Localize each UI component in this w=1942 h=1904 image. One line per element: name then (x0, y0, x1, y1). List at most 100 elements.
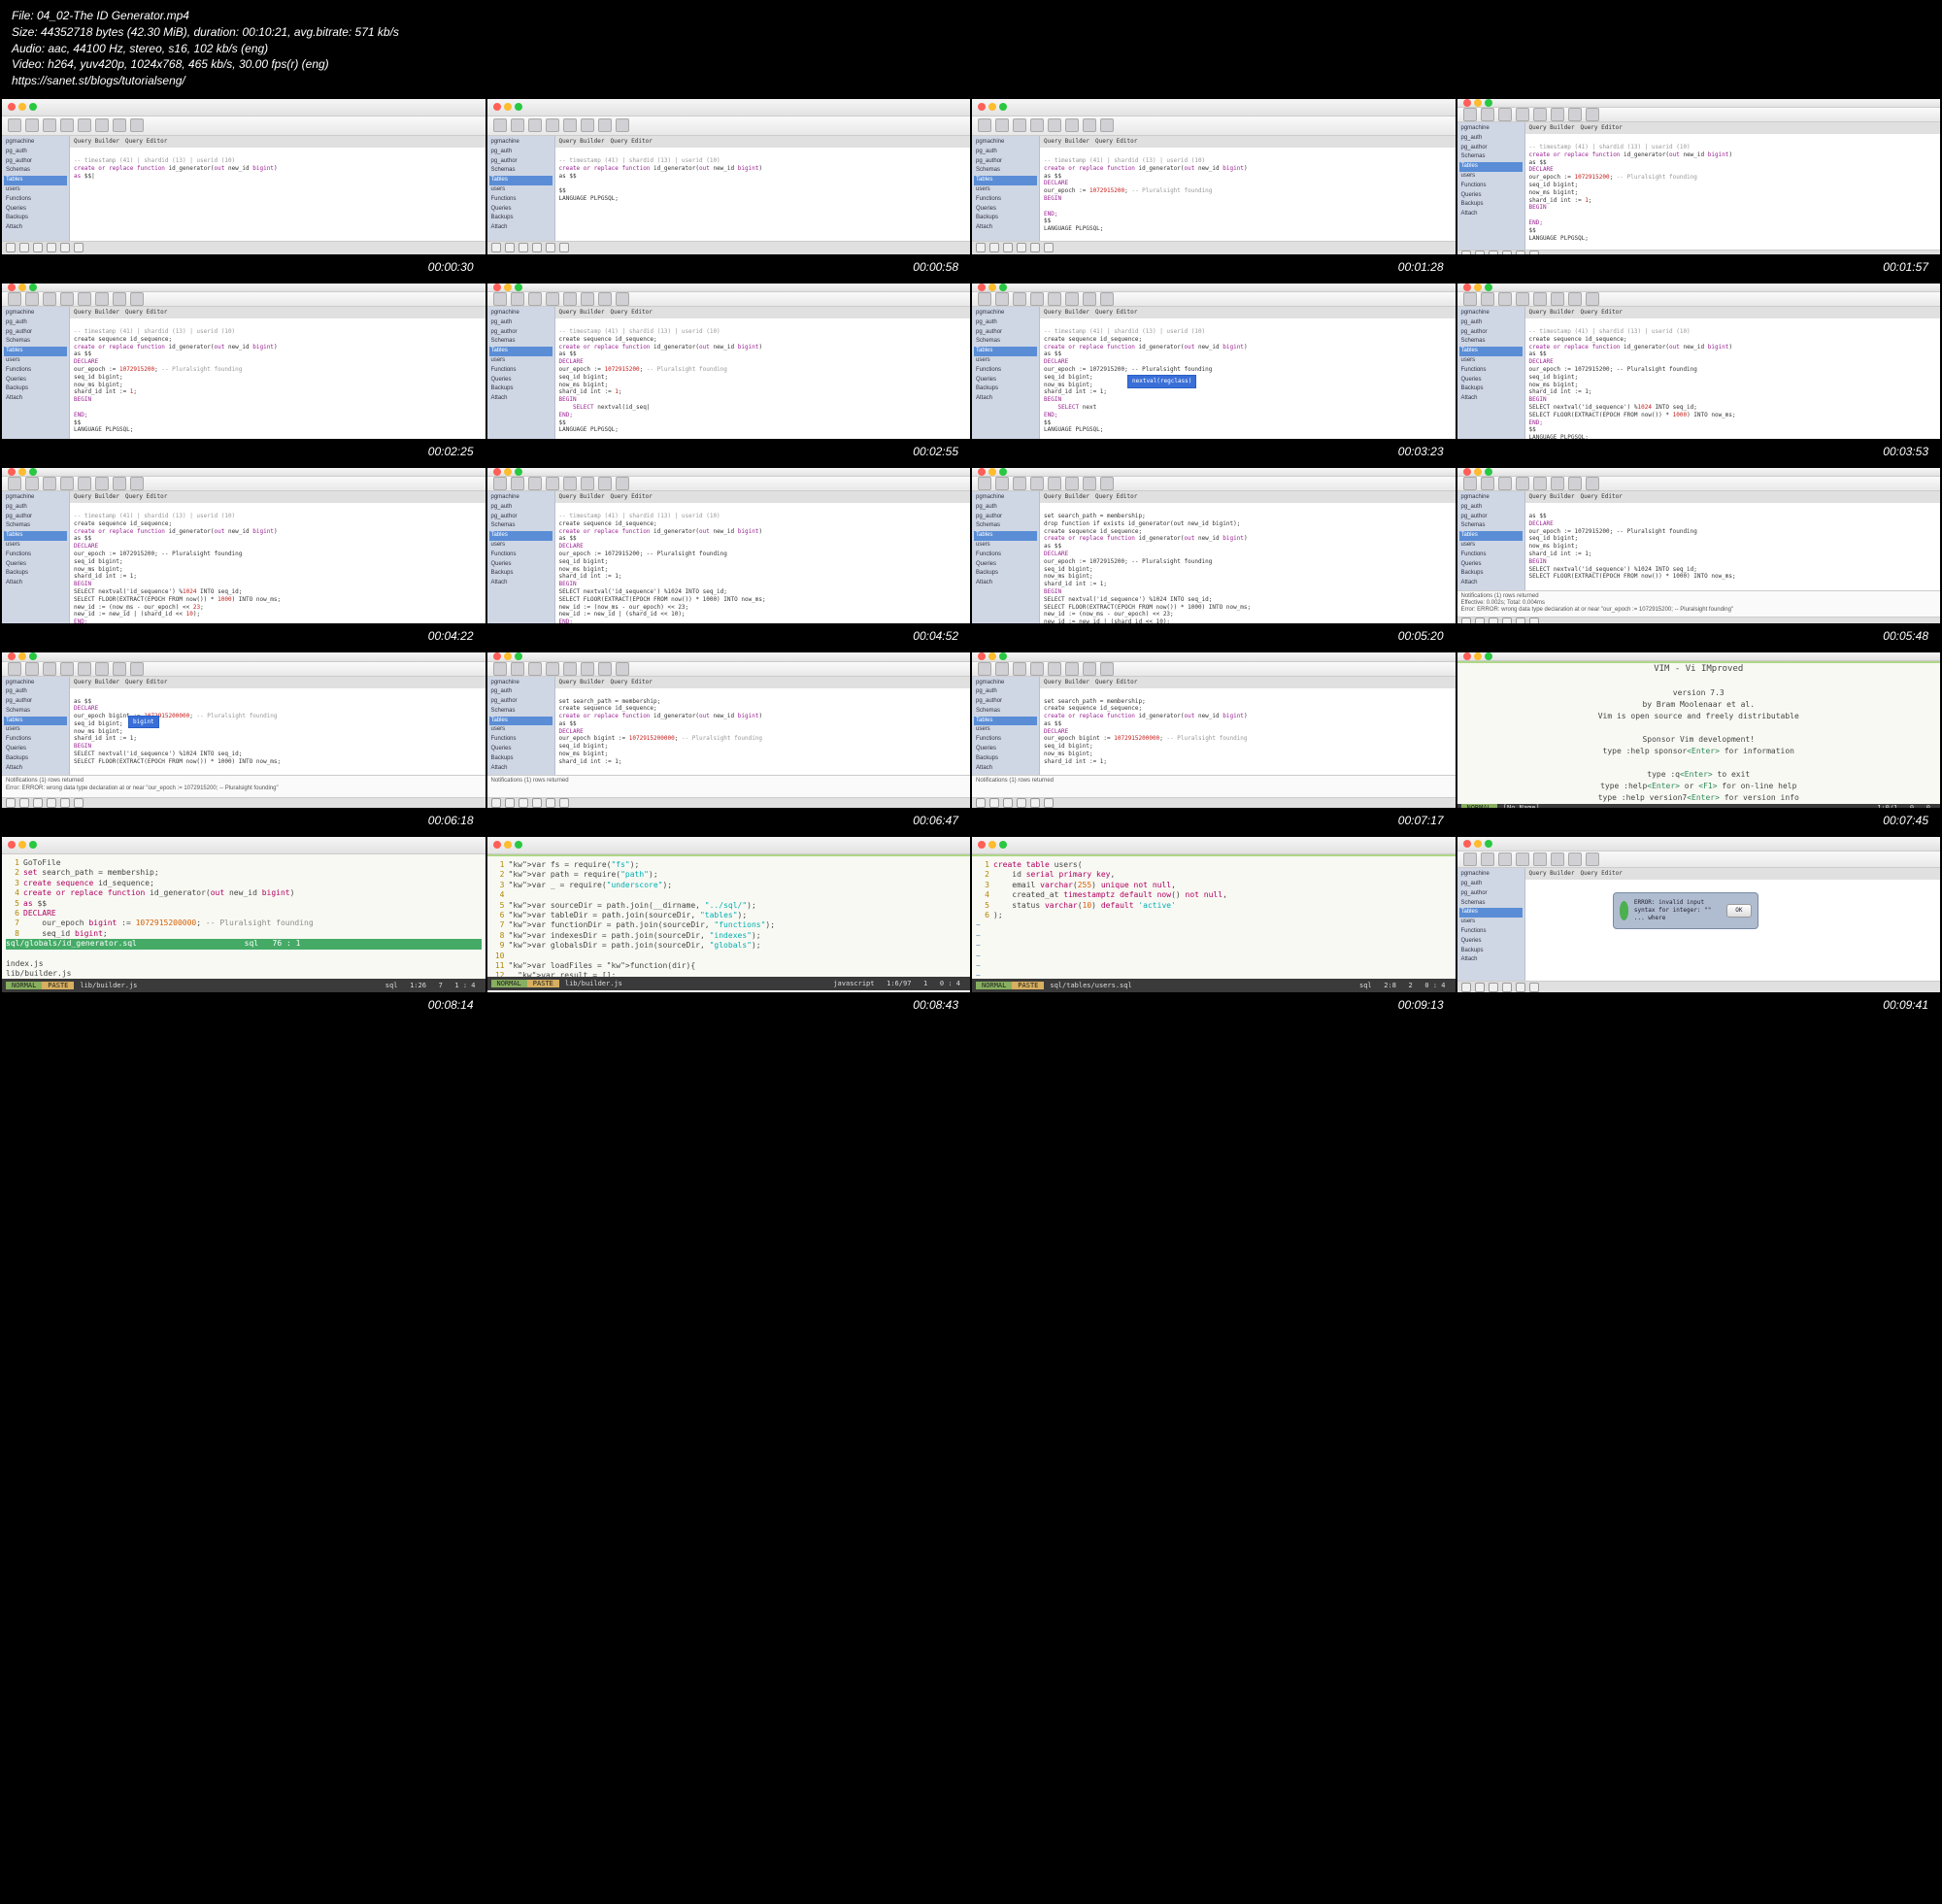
footer-button[interactable] (976, 798, 986, 808)
video-frame[interactable]: pgmachinepg_authpg_authorSchemasTablesus… (2, 99, 486, 254)
footer-button[interactable] (19, 243, 29, 252)
toolbar-button[interactable] (978, 662, 991, 676)
sidebar-item[interactable]: pg_author (1459, 513, 1523, 522)
sql-editor[interactable]: Query BuilderQuery Editor -- timestamp (… (70, 491, 486, 623)
sidebar-item[interactable]: Functions (489, 551, 552, 560)
sidebar-item[interactable]: Backups (1459, 200, 1523, 210)
sql-code[interactable]: -- timestamp (41) | shardid (13) | useri… (559, 328, 967, 434)
sidebar-item[interactable]: Backups (489, 214, 552, 223)
toolbar-button[interactable] (1013, 477, 1026, 490)
sql-code[interactable]: -- timestamp (41) | shardid (13) | useri… (1044, 157, 1452, 233)
minimize-icon[interactable] (18, 103, 26, 111)
sidebar-item[interactable]: Attach (4, 579, 67, 588)
tab-query-builder[interactable]: Query Builder (74, 679, 119, 686)
editor-tabs[interactable]: Query BuilderQuery Editor (555, 307, 971, 318)
sidebar-item[interactable]: pg_auth (489, 503, 552, 513)
close-icon[interactable] (1463, 652, 1471, 660)
minimize-icon[interactable] (988, 284, 996, 291)
editor-tabs[interactable]: Query BuilderQuery Editor (70, 307, 486, 318)
sidebar-item[interactable]: pg_author (974, 697, 1037, 707)
toolbar-button[interactable] (1551, 852, 1564, 866)
toolbar-button[interactable] (1100, 118, 1114, 132)
sidebar-item[interactable]: Functions (1459, 182, 1523, 191)
zoom-icon[interactable] (29, 468, 37, 476)
db-tree[interactable]: pgmachinepg_authpg_authorSchemasTablesus… (2, 136, 70, 241)
sidebar-item[interactable]: pg_auth (1459, 880, 1523, 889)
close-icon[interactable] (8, 652, 16, 660)
toolbar-button[interactable] (8, 118, 21, 132)
sql-code[interactable]: set search_path = membership;drop functi… (1044, 513, 1452, 623)
sidebar-item[interactable]: users (4, 185, 67, 195)
video-frame[interactable]: pgmachinepg_authpg_authorSchemasTablesus… (972, 652, 1456, 808)
footer-button[interactable] (1489, 251, 1498, 254)
minimize-icon[interactable] (988, 652, 996, 660)
sidebar-item[interactable]: pg_auth (4, 318, 67, 328)
sidebar-item[interactable]: pg_author (1459, 328, 1523, 338)
toolbar-button[interactable] (1498, 108, 1512, 121)
close-icon[interactable] (1463, 284, 1471, 291)
minimize-icon[interactable] (1474, 468, 1482, 476)
editor-tabs[interactable]: Query BuilderQuery Editor (70, 491, 486, 503)
toolbar-button[interactable] (130, 118, 144, 132)
toolbar-button[interactable] (978, 477, 991, 490)
sidebar-item[interactable]: Queries (974, 205, 1037, 215)
toolbar-button[interactable] (493, 662, 507, 676)
toolbar-button[interactable] (616, 118, 629, 132)
toolbar-button[interactable] (43, 292, 56, 306)
editor-tabs[interactable]: Query BuilderQuery Editor (1040, 677, 1456, 688)
sidebar-item[interactable]: Attach (4, 764, 67, 774)
toolbar-button[interactable] (130, 292, 144, 306)
footer-button[interactable] (1529, 251, 1539, 254)
footer-button[interactable] (33, 243, 43, 252)
minimize-icon[interactable] (18, 468, 26, 476)
sidebar-item[interactable]: Functions (489, 195, 552, 205)
toolbar-button[interactable] (130, 477, 144, 490)
toolbar-button[interactable] (563, 662, 577, 676)
sidebar-item[interactable]: Tables (974, 717, 1037, 726)
close-icon[interactable] (978, 841, 986, 849)
close-icon[interactable] (8, 284, 16, 291)
toolbar-button[interactable] (493, 477, 507, 490)
toolbar-button[interactable] (1586, 477, 1599, 490)
toolbar-button[interactable] (493, 118, 507, 132)
footer-button[interactable] (74, 243, 84, 252)
sidebar-item[interactable]: Schemas (974, 707, 1037, 717)
toolbar-button[interactable] (25, 292, 39, 306)
toolbar-button[interactable] (1586, 852, 1599, 866)
toolbar-button[interactable] (1481, 477, 1494, 490)
sidebar-item[interactable]: Functions (974, 366, 1037, 376)
sidebar-item[interactable]: Backups (974, 384, 1037, 394)
sidebar-item[interactable]: pg_author (1459, 144, 1523, 153)
sidebar-item[interactable]: pg_author (489, 513, 552, 522)
footer-button[interactable] (559, 243, 569, 252)
zoom-icon[interactable] (515, 841, 522, 849)
minimize-icon[interactable] (18, 652, 26, 660)
toolbar-button[interactable] (1463, 477, 1477, 490)
toolbar-button[interactable] (1100, 477, 1114, 490)
zoom-icon[interactable] (999, 468, 1007, 476)
zoom-icon[interactable] (999, 284, 1007, 291)
tab-query-builder[interactable]: Query Builder (1044, 309, 1089, 317)
sidebar-item[interactable]: Queries (1459, 560, 1523, 570)
sidebar-item[interactable]: Tables (4, 176, 67, 185)
zoom-icon[interactable] (29, 841, 37, 849)
toolbar-button[interactable] (8, 662, 21, 676)
sql-editor[interactable]: Query BuilderQuery Editor -- timestamp (… (70, 307, 486, 439)
sql-code[interactable]: as $$DECLARE our_epoch bigint := 1072915… (74, 698, 482, 766)
editor-tabs[interactable]: Query BuilderQuery Editor (555, 677, 971, 688)
toolbar-button[interactable] (1030, 118, 1044, 132)
sidebar-item[interactable]: pgmachine (974, 138, 1037, 148)
toolbar-button[interactable] (995, 662, 1009, 676)
sidebar-item[interactable]: pg_author (1459, 889, 1523, 899)
sidebar-item[interactable]: Attach (974, 579, 1037, 588)
ok-button[interactable]: OK (1726, 904, 1751, 918)
toolbar-button[interactable] (1065, 477, 1079, 490)
editor-tabs[interactable]: Query BuilderQuery Editor (1525, 491, 1941, 503)
sql-code[interactable]: -- timestamp (41) | shardid (13) | useri… (559, 513, 967, 623)
toolbar-button[interactable] (528, 292, 542, 306)
footer-button[interactable] (505, 798, 515, 808)
sidebar-item[interactable]: Backups (4, 214, 67, 223)
tab-query-builder[interactable]: Query Builder (1529, 870, 1575, 878)
sidebar-item[interactable]: Queries (1459, 376, 1523, 385)
close-icon[interactable] (1463, 99, 1471, 107)
